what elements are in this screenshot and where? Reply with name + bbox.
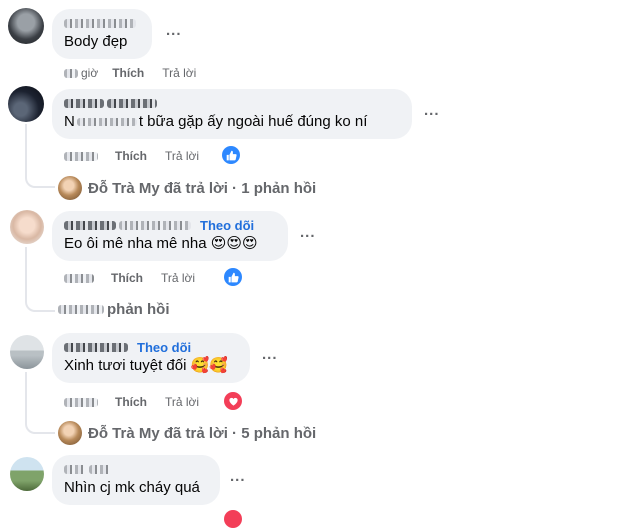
comment-actions: Thích Trả lời	[64, 148, 199, 164]
reply-button[interactable]: Trả lời	[165, 395, 199, 409]
thread-line	[25, 124, 27, 174]
heart-icon[interactable]	[224, 510, 242, 528]
emoji: 😍😍😍	[210, 235, 258, 252]
like-button[interactable]: Thích	[115, 149, 147, 163]
more-options-icon[interactable]: ...	[424, 102, 440, 119]
reply-button[interactable]: Trả lời	[165, 149, 199, 163]
reply-author	[58, 305, 104, 314]
more-options-icon[interactable]: ...	[230, 468, 246, 485]
thread-connector	[25, 418, 55, 434]
thumbs-up-icon[interactable]	[224, 268, 242, 286]
comment-bubble: Nhìn cj mk cháy quá	[52, 455, 220, 505]
comment-bubble: Theo dõi Xinh tươi tuyệt đối 🥰🥰	[52, 333, 250, 383]
thread-line	[25, 247, 27, 297]
avatar[interactable]	[8, 86, 44, 122]
reply-count[interactable]: phản hồi	[107, 301, 170, 318]
comment-actions: Thích Trả lời	[64, 270, 195, 286]
author-name[interactable]	[64, 461, 208, 478]
timestamp	[64, 68, 78, 78]
reply-author[interactable]: Đỗ Trà My	[88, 425, 160, 442]
reply-count[interactable]: đã trả lời · 5 phản hồi	[164, 425, 316, 442]
timestamp	[64, 151, 98, 161]
comment-text: Nt bữa gặp ấy ngoài huế đúng ko ní	[64, 113, 368, 130]
reply-author[interactable]: Đỗ Trà My	[88, 180, 160, 197]
avatar	[58, 421, 82, 445]
comment-actions: Thích Trả lời	[64, 394, 199, 410]
thread-line	[25, 372, 27, 420]
like-button[interactable]: Thích	[112, 66, 144, 80]
heart-icon[interactable]	[224, 392, 242, 410]
comment-bubble: Theo dõi Eo ôi mê nha mê nha 😍😍😍	[52, 211, 288, 261]
timestamp	[64, 397, 98, 407]
more-options-icon[interactable]: ...	[300, 224, 316, 241]
comment-text: Nhìn cj mk cháy quá	[64, 479, 200, 496]
avatar[interactable]	[10, 210, 44, 244]
timestamp-suffix: giờ	[81, 66, 99, 80]
comment-actions: giờ Thích Trả lời	[64, 65, 196, 81]
replies-link[interactable]: Đỗ Trà My đã trả lời · 1 phản hồi	[58, 176, 316, 200]
comment-bubble: Body đẹp	[52, 9, 152, 59]
like-button[interactable]: Thích	[115, 395, 147, 409]
more-options-icon[interactable]: ...	[166, 22, 182, 39]
thumbs-up-icon[interactable]	[222, 146, 240, 164]
like-button[interactable]: Thích	[111, 271, 143, 285]
comment-bubble: Nt bữa gặp ấy ngoài huế đúng ko ní	[52, 89, 412, 139]
replies-link[interactable]: Đỗ Trà My đã trả lời · 5 phản hồi	[58, 421, 316, 445]
author-name: Theo dõi	[64, 339, 238, 356]
author-name[interactable]	[64, 95, 400, 112]
comment-text: Body đẹp	[64, 33, 128, 50]
more-options-icon[interactable]: ...	[262, 346, 278, 363]
avatar	[58, 176, 82, 200]
thread-connector	[25, 296, 55, 312]
author-name: Theo dõi	[64, 217, 276, 234]
reply-count[interactable]: đã trả lời · 1 phản hồi	[164, 180, 316, 197]
comment-text: Eo ôi mê nha mê nha 😍😍😍	[64, 235, 258, 252]
avatar[interactable]	[8, 8, 44, 44]
follow-button[interactable]: Theo dõi	[137, 340, 191, 355]
reply-button[interactable]: Trả lời	[161, 271, 195, 285]
replies-link[interactable]: phản hồi	[58, 301, 170, 318]
avatar[interactable]	[10, 457, 44, 491]
avatar[interactable]	[10, 335, 44, 369]
reply-button[interactable]: Trả lời	[162, 66, 196, 80]
follow-button[interactable]: Theo dõi	[200, 218, 254, 233]
emoji: 🥰🥰	[190, 357, 228, 374]
thread-connector	[25, 172, 55, 188]
comment-text: Xinh tươi tuyệt đối 🥰🥰	[64, 357, 228, 374]
timestamp	[64, 273, 94, 283]
author-name[interactable]	[64, 15, 140, 32]
